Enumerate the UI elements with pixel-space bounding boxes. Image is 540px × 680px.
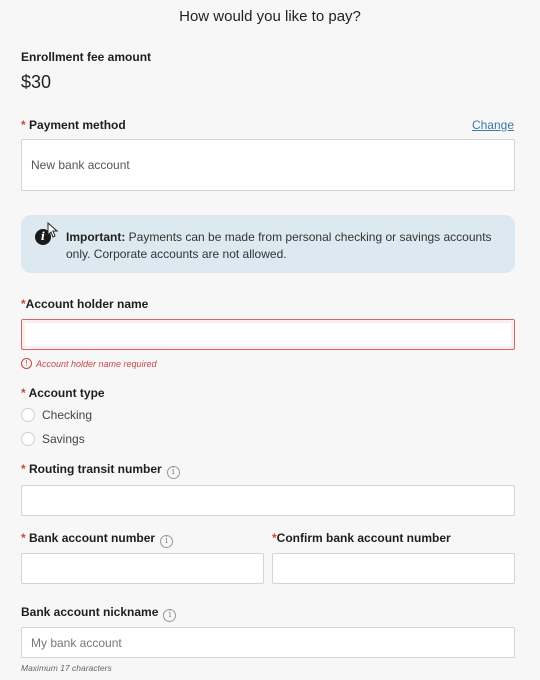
- notice-bold: Important:: [66, 230, 126, 244]
- radio-button[interactable]: [21, 432, 35, 446]
- bank-account-input[interactable]: [21, 553, 264, 584]
- required-mark: *: [21, 118, 26, 132]
- routing-input[interactable]: [21, 485, 515, 516]
- radio-label: Savings: [42, 432, 85, 446]
- confirm-account-input[interactable]: [272, 553, 515, 584]
- change-payment-method-link[interactable]: Change: [472, 118, 514, 132]
- mouse-cursor-icon: [47, 222, 59, 238]
- payment-method-field[interactable]: New bank account: [21, 139, 515, 191]
- account-holder-error: ! Account holder name required: [21, 358, 157, 369]
- account-type-label-text: Account type: [28, 386, 105, 400]
- confirm-account-label: *Confirm bank account number: [272, 531, 451, 545]
- bank-account-label: * Bank account number i: [21, 531, 174, 548]
- page-title: How would you like to pay?: [179, 8, 361, 25]
- required-mark: *: [21, 462, 26, 476]
- bank-account-label-text: Bank account number: [29, 531, 156, 545]
- error-icon: !: [21, 358, 32, 369]
- info-icon[interactable]: i: [163, 609, 177, 622]
- payment-method-label-text: Payment method: [29, 118, 126, 132]
- nickname-label: Bank account nickname i: [21, 605, 177, 622]
- fee-label: Enrollment fee amount: [21, 50, 152, 64]
- radio-checking[interactable]: Checking: [21, 408, 92, 422]
- notice-text: Important: Payments can be made from per…: [66, 229, 501, 263]
- account-holder-input[interactable]: [21, 319, 515, 350]
- important-notice: i Important: Payments can be made from p…: [21, 215, 515, 273]
- radio-button[interactable]: [21, 408, 35, 422]
- nickname-placeholder: My bank account: [31, 635, 122, 650]
- account-type-label: * Account type: [21, 386, 105, 400]
- account-holder-label-text: Account holder name: [25, 297, 149, 311]
- nickname-hint: Maximum 17 characters: [21, 663, 112, 673]
- routing-label-text: Routing transit number: [29, 462, 162, 476]
- routing-label: * Routing transit number i: [21, 462, 180, 479]
- required-mark: *: [21, 386, 26, 400]
- info-icon[interactable]: i: [160, 535, 174, 548]
- required-mark: *: [21, 531, 26, 545]
- nickname-input[interactable]: My bank account: [21, 627, 515, 658]
- payment-method-label: * Payment method: [21, 118, 126, 132]
- radio-savings[interactable]: Savings: [21, 432, 85, 446]
- nickname-label-text: Bank account nickname: [21, 605, 159, 619]
- confirm-account-label-text: Confirm bank account number: [276, 531, 451, 545]
- info-icon[interactable]: i: [166, 466, 180, 479]
- radio-label: Checking: [42, 408, 93, 422]
- payment-method-value: New bank account: [31, 158, 130, 172]
- notice-body: Payments can be made from personal check…: [66, 230, 492, 261]
- error-text: Account holder name required: [36, 358, 157, 369]
- account-holder-label: *Account holder name: [21, 297, 148, 311]
- fee-amount: $30: [21, 72, 52, 92]
